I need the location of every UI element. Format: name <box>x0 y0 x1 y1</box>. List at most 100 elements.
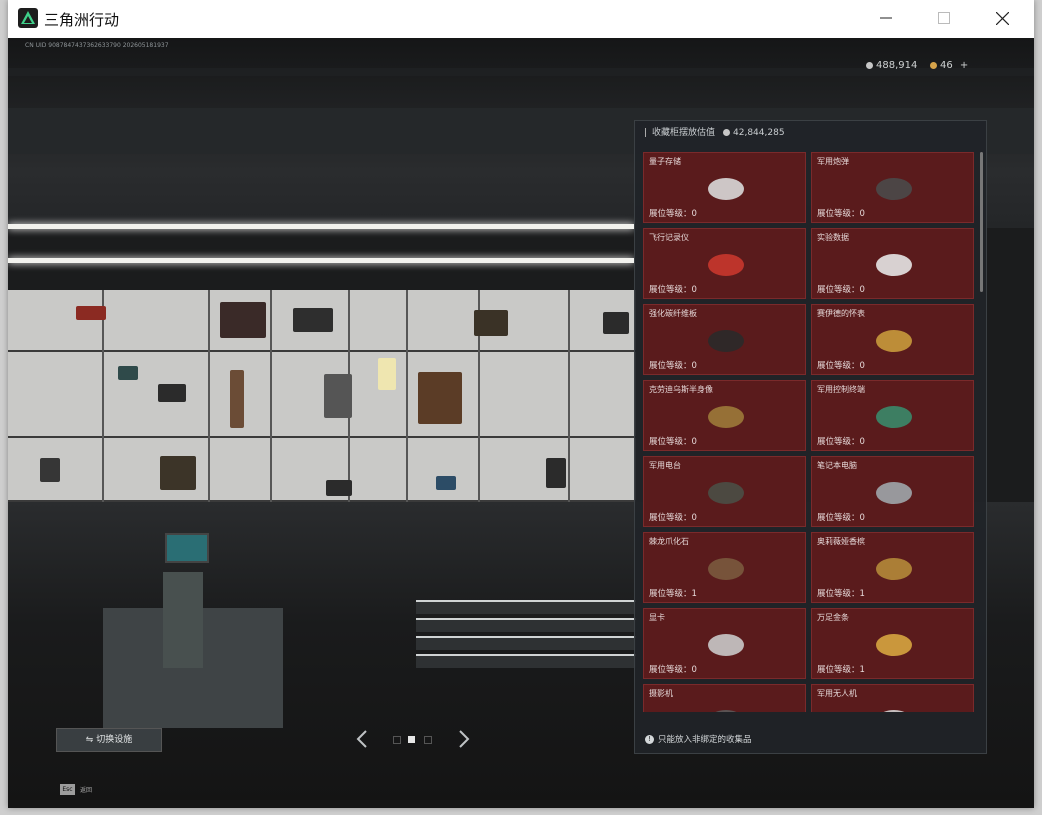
bust-icon <box>702 397 750 433</box>
display-item <box>293 308 333 332</box>
page-dot[interactable] <box>393 736 401 744</box>
card-display-level: 展位等级：1 <box>649 589 697 599</box>
collection-card[interactable]: 强化碳纤维板 展位等级：0 <box>643 304 806 375</box>
uid-label: CN UID 9087847437362633790 202605181937 <box>25 42 169 49</box>
header-divider <box>645 128 646 137</box>
card-item-name: 万足金条 <box>817 613 849 622</box>
gold-bar-icon <box>870 625 918 661</box>
panel-scrollbar[interactable] <box>980 152 983 292</box>
shell-icon <box>870 169 918 205</box>
display-item <box>230 370 244 428</box>
stair-step <box>416 654 636 668</box>
card-item-name: 赛伊德的怀表 <box>817 309 865 318</box>
card-display-level: 展位等级：0 <box>649 285 697 295</box>
maximize-icon <box>938 12 950 24</box>
maximize-button[interactable] <box>916 0 972 38</box>
gold-coin-icon <box>930 61 937 69</box>
card-display-level: 展位等级：0 <box>817 209 865 219</box>
collection-card[interactable]: 实验数据展位等级：0 <box>811 228 974 299</box>
esc-label: 返回 <box>80 787 93 794</box>
camera-icon <box>702 701 750 712</box>
card-item-name: 量子存储 <box>649 157 681 166</box>
shelf-divider <box>102 290 104 502</box>
terminal-screen[interactable] <box>165 533 209 563</box>
minimize-button[interactable] <box>858 0 914 38</box>
drone-icon <box>870 701 918 712</box>
display-item <box>603 312 629 334</box>
display-item <box>546 458 566 488</box>
card-item-name: 显卡 <box>649 613 665 622</box>
collection-card[interactable]: 军用炮弹 展位等级：0 <box>811 152 974 223</box>
collection-card[interactable]: 显卡 展位等级：0 <box>643 608 806 679</box>
terminal-stand <box>163 572 203 668</box>
footer-note: 只能放入非绑定的收集品 <box>658 735 752 745</box>
app-logo-icon <box>18 8 38 28</box>
collection-card[interactable]: 摄影机 <box>643 684 806 712</box>
display-shelf-wall <box>8 290 636 502</box>
esc-key-icon[interactable]: Esc <box>60 784 75 795</box>
collection-card[interactable]: 量子存储展位等级：0 <box>643 152 806 223</box>
fossil-claw-icon <box>702 549 750 585</box>
card-display-level: 展位等级：0 <box>817 285 865 295</box>
collection-card[interactable]: 笔记本电脑 展位等级：0 <box>811 456 974 527</box>
page-dot-active[interactable] <box>408 736 415 743</box>
card-display-level: 展位等级：0 <box>649 209 697 219</box>
panel-footer: ! 只能放入非绑定的收集品 <box>645 733 752 745</box>
collection-grid: 量子存储 展位等级：0 军用炮弹 展位等级：0 飞行记录仪 展位等级：0 实验数据 展位等级：… <box>643 152 975 712</box>
collection-card[interactable]: 奥莉薇娅香槟 展位等级：1 <box>811 532 974 603</box>
collection-card[interactable]: 克劳迪乌斯半身像 展位等级：0 <box>643 380 806 451</box>
gold-currency[interactable]: 46 + <box>930 60 968 71</box>
add-currency-button[interactable]: + <box>960 60 968 71</box>
display-item <box>474 310 508 336</box>
card-item-name: 摄影机 <box>649 689 673 698</box>
graphics-card-icon <box>702 625 750 661</box>
card-display-level: 展位等级：1 <box>817 589 865 599</box>
collection-card[interactable]: 军用控制终端 展位等级：0 <box>811 380 974 451</box>
card-display-level: 展位等级：0 <box>649 361 697 371</box>
collection-card[interactable]: 万足金条展位等级：1 <box>811 608 974 679</box>
stair-step <box>416 636 636 650</box>
next-arrow-icon[interactable] <box>458 729 470 749</box>
card-item-name: 飞行记录仪 <box>649 233 689 242</box>
page-dot[interactable] <box>424 736 432 744</box>
card-item-name: 棘龙爪化石 <box>649 537 689 546</box>
disc-icon <box>870 245 918 281</box>
stair-step <box>416 600 636 614</box>
shelf-divider <box>406 290 408 502</box>
light-strip <box>8 224 634 229</box>
collection-card[interactable]: 军用电台展位等级：0 <box>643 456 806 527</box>
switch-icon: ⇋ <box>85 735 97 745</box>
info-icon: ! <box>645 735 654 744</box>
collection-card[interactable]: 赛伊德的怀表 展位等级：0 <box>811 304 974 375</box>
close-button[interactable] <box>974 0 1030 38</box>
display-item <box>326 480 352 496</box>
total-value-amount: 42,844,285 <box>733 128 785 138</box>
usb-drive-icon <box>702 169 750 205</box>
card-item-name: 强化碳纤维板 <box>649 309 697 318</box>
display-item <box>158 384 186 402</box>
card-item-name: 实验数据 <box>817 233 849 242</box>
window-title: 三角洲行动 <box>44 11 120 29</box>
close-icon <box>995 11 1009 26</box>
collection-card[interactable]: 棘龙爪化石展位等级：1 <box>643 532 806 603</box>
champagne-icon <box>870 549 918 585</box>
display-item <box>418 372 462 424</box>
collection-card[interactable]: 飞行记录仪展位等级：0 <box>643 228 806 299</box>
flight-recorder-icon <box>702 245 750 281</box>
total-value: 42,844,285 <box>723 128 785 138</box>
pocket-watch-icon <box>870 321 918 357</box>
prev-arrow-icon[interactable] <box>356 729 368 749</box>
card-item-name: 军用电台 <box>649 461 681 470</box>
card-display-level: 展位等级：0 <box>649 513 697 523</box>
silver-amount: 488,914 <box>876 60 918 71</box>
shelf-divider <box>568 290 570 502</box>
display-item <box>436 476 456 490</box>
silver-coin-icon <box>723 129 731 136</box>
card-display-level: 展位等级：0 <box>649 437 697 447</box>
collection-card[interactable]: 军用无人机 <box>811 684 974 712</box>
switch-facility-button[interactable]: ⇋ 切换设施 <box>56 728 162 752</box>
display-item <box>324 374 352 418</box>
card-display-level: 展位等级：1 <box>817 665 865 675</box>
card-display-level: 展位等级：0 <box>817 437 865 447</box>
card-item-name: 克劳迪乌斯半身像 <box>649 385 713 394</box>
